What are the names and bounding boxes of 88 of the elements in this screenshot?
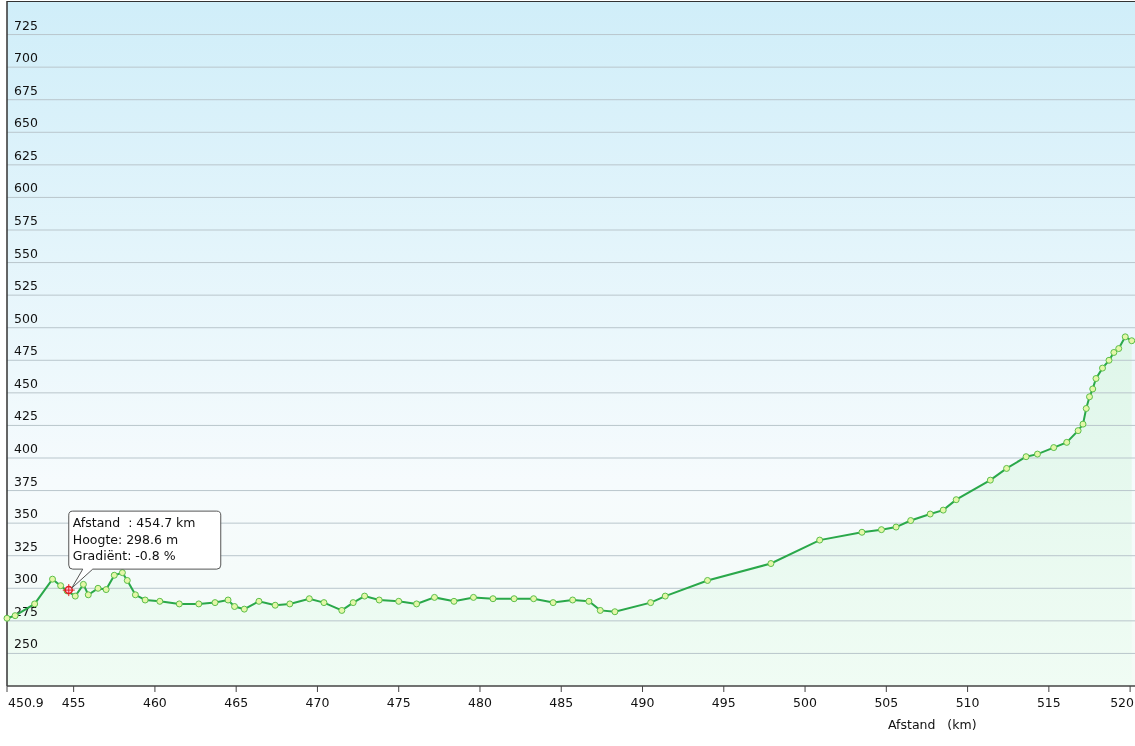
data-point [647, 599, 655, 607]
data-point [585, 597, 593, 605]
y-tick-label: 400 [14, 441, 38, 456]
data-point [1050, 444, 1058, 452]
x-tick-label: 520 [1110, 695, 1134, 710]
data-point [907, 517, 915, 525]
data-point [211, 599, 219, 607]
y-tick-label: 625 [14, 147, 38, 163]
data-point [450, 597, 458, 605]
y-tick-label: 700 [14, 50, 38, 66]
data-point [877, 526, 885, 534]
data-point [1092, 375, 1100, 383]
data-point [470, 593, 477, 601]
data-point [84, 591, 92, 599]
data-point [510, 595, 518, 603]
x-tick-label: 455 [61, 695, 86, 710]
data-point [986, 476, 994, 484]
x-tick-label: 500 [793, 695, 817, 710]
tooltip-text: Gradiënt: -0.8 % [72, 548, 176, 564]
data-point [413, 600, 421, 608]
y-tick-label: 500 [14, 310, 38, 326]
data-point [596, 606, 604, 614]
y-tick-label: 350 [14, 506, 38, 522]
data-point [320, 599, 328, 607]
data-point [141, 596, 149, 604]
data-point [255, 597, 263, 605]
data-point [952, 496, 960, 504]
x-tick-label: 515 [1036, 695, 1061, 710]
data-point [79, 580, 87, 588]
x-tick-label: 470 [305, 695, 330, 710]
data-point [892, 523, 900, 531]
data-point [338, 606, 346, 614]
data-point [489, 595, 497, 603]
data-point [549, 599, 557, 607]
data-point [430, 593, 438, 601]
data-point [175, 600, 183, 608]
y-tick-label: 450 [14, 375, 38, 391]
data-point [816, 536, 824, 544]
data-point [1063, 438, 1071, 446]
y-tick-label: 300 [14, 571, 38, 587]
y-tick-label: 375 [14, 473, 38, 489]
data-point [767, 560, 775, 568]
x-tick-label: 510 [955, 695, 980, 710]
data-point [195, 600, 203, 608]
y-tick-label: 575 [14, 213, 38, 228]
y-tick-label: 525 [14, 278, 38, 294]
x-tick-label: 480 [468, 695, 492, 710]
data-point [1022, 453, 1030, 461]
x-tick-label: 475 [386, 695, 411, 710]
data-point [395, 597, 403, 605]
data-point [939, 506, 947, 514]
tooltip-text: Hoogte: 298.6 m [72, 531, 179, 547]
x-tick-label: 465 [224, 695, 249, 710]
data-point [858, 528, 866, 536]
y-tick-label: 425 [14, 408, 38, 424]
tooltip-text: Afstand : 454.7 km [72, 515, 196, 531]
data-point [704, 576, 712, 584]
data-point [1034, 450, 1041, 458]
data-point [361, 592, 369, 600]
y-tick-label: 675 [14, 82, 38, 98]
x-tick-label: 460 [143, 695, 167, 710]
x-tick-label: 505 [874, 695, 899, 710]
axis-title: Afstand (km) [888, 717, 977, 732]
data-point [926, 510, 934, 518]
data-point [661, 592, 669, 600]
y-tick-label: 325 [14, 538, 38, 554]
x-tick-label: 495 [711, 695, 736, 710]
y-tick-label: 250 [14, 636, 38, 652]
x-tick-label: 485 [549, 695, 574, 710]
data-point [131, 591, 139, 599]
data-point [349, 599, 357, 607]
y-tick-label: 650 [14, 115, 38, 131]
x-tick-label: 490 [630, 695, 655, 710]
data-point [156, 597, 164, 605]
data-point [271, 601, 279, 609]
data-point [286, 600, 294, 608]
data-point [611, 608, 619, 616]
data-point [530, 595, 538, 603]
y-tick-label: 475 [14, 343, 38, 359]
data-point [375, 596, 383, 604]
y-tick-label: 550 [14, 245, 38, 261]
data-point [1003, 464, 1011, 472]
y-tick-label: 725 [14, 17, 38, 33]
data-point [569, 596, 577, 604]
y-tick-label: 600 [14, 180, 38, 196]
data-point [1082, 405, 1090, 412]
data-point [305, 595, 313, 603]
x-tick-label: 450.9 [8, 695, 44, 710]
